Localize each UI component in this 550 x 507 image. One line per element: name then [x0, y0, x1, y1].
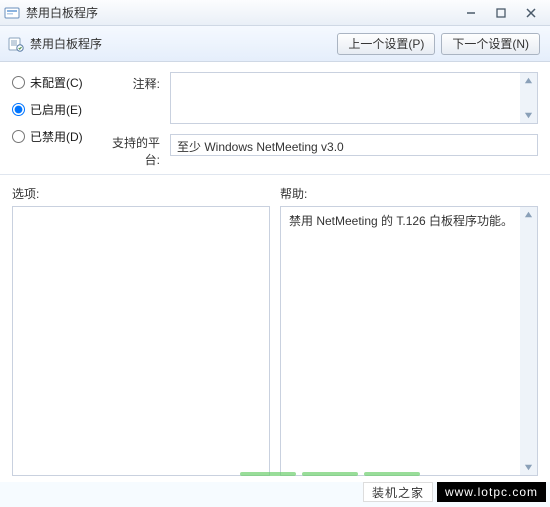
window-title: 禁用白板程序: [26, 4, 98, 21]
toolbar: 禁用白板程序 上一个设置(P) 下一个设置(N): [0, 26, 550, 62]
radio-disabled-input[interactable]: [12, 130, 25, 143]
next-setting-button[interactable]: 下一个设置(N): [441, 33, 540, 55]
radio-disabled[interactable]: 已禁用(D): [12, 128, 92, 145]
radio-enabled[interactable]: 已启用(E): [12, 101, 92, 118]
button-hint-strip: [240, 472, 420, 476]
policy-title: 禁用白板程序: [30, 35, 102, 52]
previous-setting-button[interactable]: 上一个设置(P): [337, 33, 435, 55]
help-text: 禁用 NetMeeting 的 T.126 白板程序功能。: [289, 213, 517, 469]
scroll-up-icon[interactable]: [521, 207, 536, 222]
help-label: 帮助:: [280, 185, 538, 202]
brand-badge-cn: 装机之家: [363, 482, 433, 502]
annotation-textarea[interactable]: [170, 72, 538, 124]
close-button[interactable]: [516, 3, 546, 23]
scroll-up-icon[interactable]: [521, 73, 536, 88]
scroll-down-icon[interactable]: [521, 460, 536, 475]
options-label: 选项:: [12, 185, 270, 202]
radio-not-configured[interactable]: 未配置(C): [12, 74, 92, 91]
options-box: [12, 206, 270, 476]
maximize-button[interactable]: [486, 3, 516, 23]
scrollbar[interactable]: [520, 73, 537, 123]
policy-icon: [8, 36, 24, 52]
help-box: 禁用 NetMeeting 的 T.126 白板程序功能。: [280, 206, 538, 476]
supported-on-label: 支持的平台:: [98, 134, 164, 168]
watermark-footer: 装机之家 www.lotpc.com: [0, 477, 550, 507]
minimize-button[interactable]: [456, 3, 486, 23]
app-icon: [4, 5, 20, 21]
scrollbar[interactable]: [520, 207, 537, 475]
title-bar: 禁用白板程序: [0, 0, 550, 26]
annotation-label: 注释:: [98, 72, 164, 92]
scroll-down-icon[interactable]: [521, 108, 536, 123]
brand-badge-url: www.lotpc.com: [437, 482, 546, 502]
supported-on-value: 至少 Windows NetMeeting v3.0: [170, 134, 538, 156]
radio-not-configured-input[interactable]: [12, 76, 25, 89]
radio-enabled-input[interactable]: [12, 103, 25, 116]
